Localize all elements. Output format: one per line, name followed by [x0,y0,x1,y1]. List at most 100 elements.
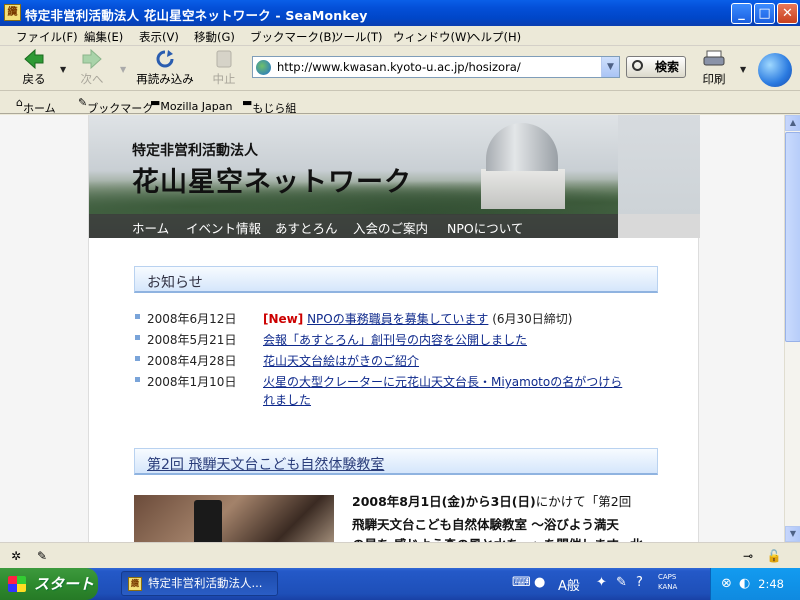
windows-flag-icon [8,576,26,592]
menu-edit[interactable]: 編集(E) [84,29,123,45]
taskbar: スタート 纜 特定非営利活動法人... ⌨ ● A般 ✦ ✎ ? CAPS KA… [0,568,800,600]
print-button[interactable]: 印刷 [696,49,732,87]
menu-help[interactable]: ヘルプ(H) [469,29,521,45]
start-label: スタート [34,575,95,593]
maximize-button[interactable]: □ [754,3,775,24]
connection-icon[interactable]: ⊸ [740,549,756,563]
title-bar[interactable]: 纜 特定非営利活動法人 花山星空ネットワーク - SeaMonkey _ □ ✕ [0,0,800,26]
task-app-icon: 纜 [128,577,142,591]
forward-dropdown-icon[interactable]: ▼ [120,65,126,74]
keyboard-icon[interactable]: ⌨ [512,575,531,590]
ime-bar-icon[interactable]: ● [534,575,545,590]
news-link[interactable]: NPOの事務職員を募集しています [307,312,488,326]
bookmark-bookmarks[interactable]: ✎ ブックマーク [78,96,153,115]
tray-volume-icon[interactable]: ◐ [739,576,750,591]
site-nav-about-npo[interactable]: NPOについて [447,218,523,237]
search-label: 検索 [654,60,679,74]
bookmarks-toolbar: ⌂ ホーム ✎ ブックマーク ▬ Mozilla Japan ▬ もじら組 [0,92,800,115]
back-dropdown-icon[interactable]: ▼ [60,65,66,74]
org-type: 特定非営利活動法人 [132,143,258,159]
news-date: 2008年6月12日 [147,312,237,326]
scroll-up-icon[interactable]: ▲ [785,115,800,131]
news-heading-text: お知らせ [147,275,203,291]
start-button[interactable]: スタート [0,568,98,600]
menu-file[interactable]: ファイル(F) [16,29,78,45]
search-button[interactable]: 検索 [626,56,686,78]
clock[interactable]: 2:48 [758,577,784,591]
seamonkey-logo-icon[interactable] [758,53,792,87]
news-link[interactable]: 火星の大型クレーターに元花山天文台長・Miyamotoの名がつけら [263,373,622,390]
composer-icon[interactable]: ✎ [34,549,50,563]
bookmark-bookmarks-label: ブックマーク [87,102,154,115]
printer-icon [703,50,725,66]
task-label: 特定非営利活動法人... [148,576,263,590]
browser-window: 纜 特定非営利活動法人 花山星空ネットワーク - SeaMonkey _ □ ✕… [0,0,800,568]
forward-button[interactable]: 次へ [76,49,108,87]
news-link-continued[interactable]: れました [263,391,311,408]
bullet-icon [135,314,140,319]
list-item: 2008年4月28日 花山天文台絵はがきのご紹介 [134,351,664,371]
app-icon: 纜 [4,4,21,21]
page-container: 特定非営利活動法人 花山星空ネットワーク ホーム イベント情報 あすとろん 入会… [88,115,700,542]
bookmark-mozilla-japan[interactable]: ▬ Mozilla Japan [150,96,233,113]
bullet-icon [135,356,140,361]
stop-button[interactable]: 中止 [208,49,240,87]
ime-dictionary-icon[interactable]: ✦ [596,575,607,590]
event-heading-link[interactable]: 第2回 飛騨天文台こども自然体験教室 [147,454,384,474]
scroll-thumb[interactable] [785,132,800,342]
menu-view[interactable]: 表示(V) [139,29,179,45]
site-nav-events[interactable]: イベント情報 [186,218,261,237]
news-heading: お知らせ [134,266,658,293]
site-nav-home[interactable]: ホーム [132,218,169,237]
url-dropdown-icon[interactable]: ▼ [601,57,619,77]
bookmark-home-label: ホーム [22,102,56,115]
back-label: 戻る [22,72,46,86]
list-item: 2008年1月10日 火星の大型クレーターに元花山天文台長・Miyamotoの名… [134,372,664,412]
bullet-icon [135,335,140,340]
bookmark-mojira[interactable]: ▬ もじら組 [242,96,296,115]
bookmark-mozilla-label: Mozilla Japan [160,100,233,113]
caps-kana-indicator: CAPS KANA [658,572,677,592]
site-nav-membership[interactable]: 入会のご案内 [353,218,428,237]
url-bar[interactable]: http://www.kwasan.kyoto-u.ac.jp/hosizora… [252,56,620,78]
new-badge: [New] [263,312,304,326]
taskbar-window-button[interactable]: 纜 特定非営利活動法人... [121,571,278,596]
reload-label: 再読み込み [136,72,194,86]
menu-tools[interactable]: ツール(T) [332,29,383,45]
event-heading: 第2回 飛騨天文台こども自然体験教室 [134,448,658,475]
menu-window[interactable]: ウィンドウ(W) [393,29,471,45]
url-text[interactable]: http://www.kwasan.kyoto-u.ac.jp/hosizora… [277,60,521,74]
reload-icon [156,50,174,68]
bookmark-mojira-label: もじら組 [252,102,297,115]
security-lock-icon[interactable]: 🔓 [766,549,782,563]
ime-tool-icon[interactable]: ✎ [616,575,627,590]
minimize-button[interactable]: _ [731,3,752,24]
forward-arrow-icon [82,49,102,69]
ime-mode[interactable]: A般 [558,575,580,594]
site-nav-astron[interactable]: あすとろん [275,218,338,237]
vertical-scrollbar[interactable]: ▲ ▼ [784,115,800,542]
search-icon [632,60,643,71]
menu-go[interactable]: 移動(G) [194,29,235,45]
status-bar: ✲ ✎ ⊸ 🔓 [0,542,800,568]
tray-alert-icon[interactable]: ⊗ [721,576,732,591]
scroll-down-icon[interactable]: ▼ [785,526,800,542]
ime-help-icon[interactable]: ? [636,575,643,590]
news-date: 2008年5月21日 [147,333,237,347]
menu-bookmarks[interactable]: ブックマーク(B) [250,29,336,45]
print-dropdown-icon[interactable]: ▼ [740,65,746,74]
forward-label: 次へ [80,72,104,86]
navigation-toolbar: 戻る ▼ 次へ ▼ 再読み込み 中止 http://www.kwasan.kyo… [0,47,800,91]
bookmark-home[interactable]: ⌂ ホーム [16,96,56,115]
back-button[interactable]: 戻る [18,49,50,87]
list-item: 2008年6月12日 [New] NPOの事務職員を募集しています (6月30日… [134,309,664,329]
news-link[interactable]: 花山天文台絵はがきのご紹介 [263,352,419,369]
event-text-fragment: にかけて「第2回 [535,494,632,509]
close-button[interactable]: ✕ [777,3,798,24]
menu-bar: ファイル(F) 編集(E) 表示(V) 移動(G) ブックマーク(B) ツール(… [0,26,800,46]
site-icon [256,60,271,75]
event-photo [134,495,334,542]
news-link[interactable]: 会報「あすとろん」創刊号の内容を公開しました [263,331,527,348]
reload-button[interactable]: 再読み込み [134,49,196,87]
online-status-icon[interactable]: ✲ [8,549,24,563]
